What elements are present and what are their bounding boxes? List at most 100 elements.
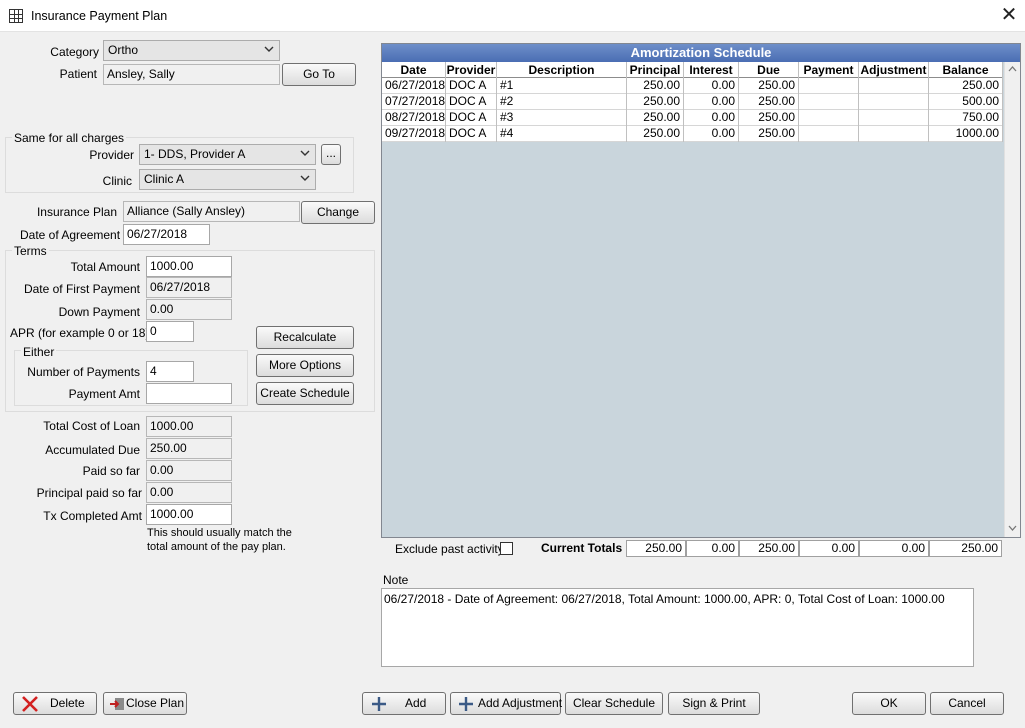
apr-label: APR (for example 0 or 18) xyxy=(10,326,150,340)
exclude-past-checkbox[interactable] xyxy=(500,542,513,555)
cell-interest: 0.00 xyxy=(684,110,739,126)
patient-field: Ansley, Sally xyxy=(103,64,280,85)
table-row[interactable]: 09/27/2018 DOC A #4 250.00 0.00 250.00 1… xyxy=(382,126,1003,142)
total-amount-field[interactable]: 1000.00 xyxy=(146,256,232,277)
cell-balance: 750.00 xyxy=(929,110,1003,126)
category-combo[interactable]: Ortho xyxy=(103,40,280,61)
total-interest: 0.00 xyxy=(686,540,739,557)
paid-so-far-field: 0.00 xyxy=(146,460,232,481)
close-icon[interactable]: ✕ xyxy=(998,5,1020,27)
clear-schedule-button[interactable]: Clear Schedule xyxy=(565,692,663,715)
cell-date: 08/27/2018 xyxy=(382,110,446,126)
apr-field[interactable]: 0 xyxy=(146,321,194,342)
cell-date: 07/27/2018 xyxy=(382,94,446,110)
cell-adjustment xyxy=(859,126,929,142)
amortization-grid[interactable]: Amortization Schedule Date Provider Desc… xyxy=(381,43,1021,538)
cancel-button[interactable]: Cancel xyxy=(930,692,1004,715)
col-due[interactable]: Due xyxy=(739,62,799,78)
cell-adjustment xyxy=(859,110,929,126)
add-button[interactable]: Add xyxy=(362,692,446,715)
add-label: Add xyxy=(405,696,427,710)
paid-so-far-label: Paid so far xyxy=(82,464,140,478)
provider-value: 1- DDS, Provider A xyxy=(144,147,246,161)
down-payment-field: 0.00 xyxy=(146,299,232,320)
note-label: Note xyxy=(383,573,409,587)
grid-icon xyxy=(9,9,23,23)
cell-principal: 250.00 xyxy=(627,126,684,142)
chevron-down-icon xyxy=(300,150,310,156)
table-row[interactable]: 08/27/2018 DOC A #3 250.00 0.00 250.00 7… xyxy=(382,110,1003,126)
note-textarea[interactable]: 06/27/2018 - Date of Agreement: 06/27/20… xyxy=(381,588,974,667)
total-principal: 250.00 xyxy=(626,540,686,557)
either-title: Either xyxy=(21,345,57,359)
principal-paid-label: Principal paid so far xyxy=(36,486,142,500)
add-adjustment-label: Add Adjustment xyxy=(478,696,563,710)
payment-amt-field[interactable] xyxy=(146,383,232,404)
down-payment-label: Down Payment xyxy=(58,305,140,319)
clinic-value: Clinic A xyxy=(144,172,185,186)
close-plan-button[interactable]: Close Plan xyxy=(103,692,187,715)
first-payment-field: 06/27/2018 xyxy=(146,277,232,298)
scroll-up-icon[interactable] xyxy=(1008,66,1017,72)
principal-paid-field: 0.00 xyxy=(146,482,232,503)
cell-principal: 250.00 xyxy=(627,94,684,110)
col-adjustment[interactable]: Adjustment xyxy=(859,62,929,78)
cell-payment xyxy=(799,78,859,94)
col-date[interactable]: Date xyxy=(382,62,446,78)
sign-print-button[interactable]: Sign & Print xyxy=(668,692,760,715)
col-description[interactable]: Description xyxy=(497,62,627,78)
go-to-button[interactable]: Go To xyxy=(282,63,356,86)
date-of-agreement-field[interactable]: 06/27/2018 xyxy=(123,224,210,245)
col-payment[interactable]: Payment xyxy=(799,62,859,78)
cell-principal: 250.00 xyxy=(627,110,684,126)
total-adjustment: 0.00 xyxy=(859,540,929,557)
insurance-plan-field: Alliance (Sally Ansley) xyxy=(123,201,300,222)
category-label: Category xyxy=(50,45,99,59)
col-balance[interactable]: Balance xyxy=(929,62,1003,78)
close-plan-label: Close Plan xyxy=(126,696,185,710)
col-interest[interactable]: Interest xyxy=(684,62,739,78)
col-principal[interactable]: Principal xyxy=(627,62,684,78)
cell-description: #3 xyxy=(497,110,627,126)
change-button[interactable]: Change xyxy=(301,201,375,224)
date-of-agreement-label: Date of Agreement xyxy=(20,228,121,242)
cell-description: #4 xyxy=(497,126,627,142)
terms-title: Terms xyxy=(12,244,49,258)
add-adjustment-button[interactable]: Add Adjustment xyxy=(450,692,563,715)
num-payments-field[interactable]: 4 xyxy=(146,361,194,382)
cell-interest: 0.00 xyxy=(684,78,739,94)
scroll-down-icon[interactable] xyxy=(1008,525,1017,531)
cell-date: 09/27/2018 xyxy=(382,126,446,142)
provider-picker-button[interactable]: ... xyxy=(321,144,341,165)
first-payment-label: Date of First Payment xyxy=(23,282,140,296)
cell-balance: 500.00 xyxy=(929,94,1003,110)
cell-payment xyxy=(799,110,859,126)
provider-combo[interactable]: 1- DDS, Provider A xyxy=(139,144,316,165)
plus-icon xyxy=(372,697,386,711)
exclude-past-label: Exclude past activity xyxy=(395,542,504,556)
total-due: 250.00 xyxy=(739,540,799,557)
clinic-combo[interactable]: Clinic A xyxy=(139,169,316,190)
category-value: Ortho xyxy=(108,43,139,57)
col-provider[interactable]: Provider xyxy=(446,62,497,78)
cell-interest: 0.00 xyxy=(684,94,739,110)
current-totals-label: Current Totals xyxy=(541,541,623,555)
cell-adjustment xyxy=(859,94,929,110)
grid-scrollbar[interactable] xyxy=(1004,62,1020,537)
ok-button[interactable]: OK xyxy=(852,692,926,715)
tx-hint-line2: total amount of the pay plan. xyxy=(147,541,286,553)
grid-header: Date Provider Description Principal Inte… xyxy=(382,62,1003,78)
accumulated-due-label: Accumulated Due xyxy=(45,443,140,457)
total-cost-field: 1000.00 xyxy=(146,416,232,437)
more-options-button[interactable]: More Options xyxy=(256,354,354,377)
table-row[interactable]: 07/27/2018 DOC A #2 250.00 0.00 250.00 5… xyxy=(382,94,1003,110)
delete-button[interactable]: Delete xyxy=(13,692,97,715)
create-schedule-button[interactable]: Create Schedule xyxy=(256,382,354,405)
cell-provider: DOC A xyxy=(446,126,497,142)
tx-completed-field[interactable]: 1000.00 xyxy=(146,504,232,525)
cell-principal: 250.00 xyxy=(627,78,684,94)
recalculate-button[interactable]: Recalculate xyxy=(256,326,354,349)
tx-completed-label: Tx Completed Amt xyxy=(43,509,142,523)
cell-interest: 0.00 xyxy=(684,126,739,142)
table-row[interactable]: 06/27/2018 DOC A #1 250.00 0.00 250.00 2… xyxy=(382,78,1003,94)
